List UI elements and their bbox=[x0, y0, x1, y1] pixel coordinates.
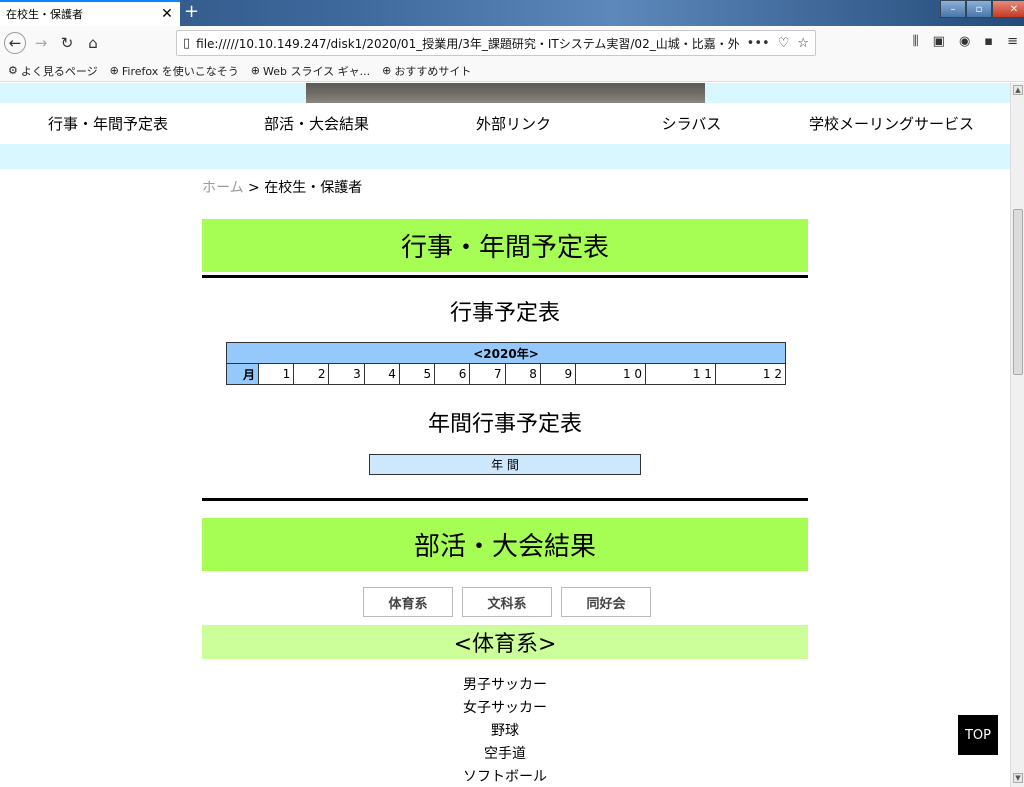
nav-clubs[interactable]: 部活・大会結果 bbox=[216, 113, 417, 134]
sports-clubs-button[interactable]: 体育系 bbox=[363, 587, 453, 617]
list-item[interactable]: 野球 bbox=[202, 720, 808, 743]
calendar-year-header: <2020年> bbox=[226, 342, 786, 364]
month-cell[interactable]: 8 bbox=[504, 363, 541, 385]
list-item[interactable]: ソフトボール bbox=[202, 766, 808, 787]
page-info-icon[interactable]: ▯ bbox=[183, 36, 190, 51]
section-divider bbox=[202, 275, 808, 278]
page-actions-button[interactable]: ••• bbox=[747, 36, 770, 51]
nav-mailing-service[interactable]: 学校メーリングサービス bbox=[773, 113, 1010, 134]
pocket-icon[interactable]: ♡ bbox=[778, 36, 790, 51]
vertical-scrollbar[interactable]: ▲ ▼ bbox=[1010, 83, 1024, 787]
culture-clubs-button[interactable]: 文科系 bbox=[462, 587, 552, 617]
sports-clubs-heading: <体育系> bbox=[202, 625, 808, 659]
breadcrumb: ホーム > 在校生・保護者 bbox=[202, 177, 362, 197]
restore-button[interactable]: ▫ bbox=[966, 0, 992, 18]
scroll-up-icon[interactable]: ▲ bbox=[1013, 85, 1023, 95]
forward-button[interactable]: → bbox=[30, 32, 52, 54]
annual-schedule-link[interactable]: 年 間 bbox=[369, 454, 641, 475]
globe-icon: ⊕ bbox=[382, 64, 392, 77]
reload-button[interactable]: ↻ bbox=[56, 32, 78, 54]
club-category-buttons: 体育系 文科系 同好会 bbox=[0, 587, 1010, 617]
nav-underline-band bbox=[0, 144, 1010, 169]
month-cell[interactable]: 6 bbox=[434, 363, 471, 385]
nav-events[interactable]: 行事・年間予定表 bbox=[0, 113, 216, 134]
back-button[interactable]: ← bbox=[4, 32, 26, 54]
hobby-clubs-button[interactable]: 同好会 bbox=[561, 587, 651, 617]
window-controls: – ▫ ✕ bbox=[940, 0, 1024, 18]
month-cell[interactable]: 1 1 bbox=[645, 363, 716, 385]
month-cell[interactable]: 4 bbox=[363, 363, 400, 385]
month-cell[interactable]: 2 bbox=[293, 363, 330, 385]
clubs-section-title: 部活・大会結果 bbox=[202, 518, 808, 571]
bookmark-suggested[interactable]: ⊕ おすすめサイト bbox=[382, 63, 471, 79]
tab-strip: 在校生・保護者 ✕ + – ▫ ✕ bbox=[0, 0, 1024, 26]
annual-heading: 年間行事予定表 bbox=[427, 412, 582, 437]
address-bar[interactable]: ▯ file://///10.10.149.247/disk1/2020/01_… bbox=[176, 30, 816, 56]
new-tab-button[interactable]: + bbox=[184, 2, 199, 22]
gear-icon: ⚙ bbox=[8, 64, 18, 77]
month-cell[interactable]: 1 0 bbox=[575, 363, 647, 385]
scroll-down-icon[interactable]: ▼ bbox=[1013, 773, 1023, 783]
sports-club-list: 男子サッカー 女子サッカー 野球 空手道 ソフトボール bbox=[202, 674, 808, 787]
extension-icon[interactable]: ▪ bbox=[984, 34, 993, 49]
library-icon[interactable]: ⫼ bbox=[913, 34, 919, 49]
sidebar-icon[interactable]: ▣ bbox=[933, 34, 945, 49]
back-to-top-button[interactable]: TOP bbox=[958, 715, 998, 755]
schedule-heading: 行事予定表 bbox=[449, 301, 560, 326]
scrollbar-thumb[interactable] bbox=[1013, 209, 1023, 375]
active-tab[interactable]: 在校生・保護者 ✕ bbox=[0, 0, 180, 26]
month-cell[interactable]: 9 bbox=[539, 363, 577, 385]
bookmark-firefox[interactable]: ⊕ Firefox を使いこなそう bbox=[110, 63, 239, 79]
navigation-toolbar: ← → ↻ ⌂ ▯ file://///10.10.149.247/disk1/… bbox=[0, 26, 1024, 60]
list-item[interactable]: 男子サッカー bbox=[202, 674, 808, 697]
header-image bbox=[306, 83, 705, 103]
month-cell[interactable]: 1 2 bbox=[714, 363, 787, 385]
tab-title: 在校生・保護者 bbox=[6, 8, 83, 21]
month-label: 月 bbox=[226, 363, 259, 385]
events-section-title: 行事・年間予定表 bbox=[202, 219, 808, 272]
menu-icon[interactable]: ≡ bbox=[1007, 34, 1018, 49]
globe-icon: ⊕ bbox=[109, 64, 119, 77]
month-cell[interactable]: 7 bbox=[469, 363, 506, 385]
month-cell[interactable]: 3 bbox=[328, 363, 365, 385]
month-cell[interactable]: 5 bbox=[398, 363, 436, 385]
breadcrumb-home-link[interactable]: ホーム bbox=[202, 180, 244, 196]
nav-external-links[interactable]: 外部リンク bbox=[417, 113, 610, 134]
list-item[interactable]: 空手道 bbox=[202, 743, 808, 766]
bookmark-web-slice[interactable]: ⊕ Web スライス ギャ... bbox=[251, 63, 370, 79]
site-navigation: 行事・年間予定表 部活・大会結果 外部リンク シラバス 学校メーリングサービス bbox=[0, 103, 1010, 144]
bookmark-most-visited[interactable]: ⚙ よく見るページ bbox=[8, 63, 98, 79]
bookmarks-toolbar: ⚙ よく見るページ ⊕ Firefox を使いこなそう ⊕ Web スライス ギ… bbox=[0, 60, 1024, 82]
month-cell[interactable]: 1 bbox=[257, 363, 295, 385]
section-divider bbox=[202, 498, 808, 501]
close-tab-icon[interactable]: ✕ bbox=[160, 7, 174, 21]
breadcrumb-separator: > bbox=[248, 180, 260, 196]
close-window-button[interactable]: ✕ bbox=[992, 0, 1024, 18]
breadcrumb-current: 在校生・保護者 bbox=[264, 180, 363, 196]
monthly-calendar-table: <2020年> 月 1 2 3 4 5 6 7 8 9 1 0 1 1 1 2 bbox=[226, 342, 787, 385]
page-viewport: 行事・年間予定表 部活・大会結果 外部リンク シラバス 学校メーリングサービス … bbox=[0, 83, 1010, 787]
list-item[interactable]: 女子サッカー bbox=[202, 697, 808, 720]
home-button[interactable]: ⌂ bbox=[82, 32, 104, 54]
minimize-button[interactable]: – bbox=[940, 0, 966, 18]
url-text[interactable]: file://///10.10.149.247/disk1/2020/01_授業… bbox=[196, 35, 739, 52]
nav-syllabus[interactable]: シラバス bbox=[610, 113, 773, 134]
bookmark-star-icon[interactable]: ☆ bbox=[797, 36, 809, 51]
account-icon[interactable]: ◉ bbox=[959, 34, 970, 49]
globe-icon: ⊕ bbox=[250, 64, 260, 77]
